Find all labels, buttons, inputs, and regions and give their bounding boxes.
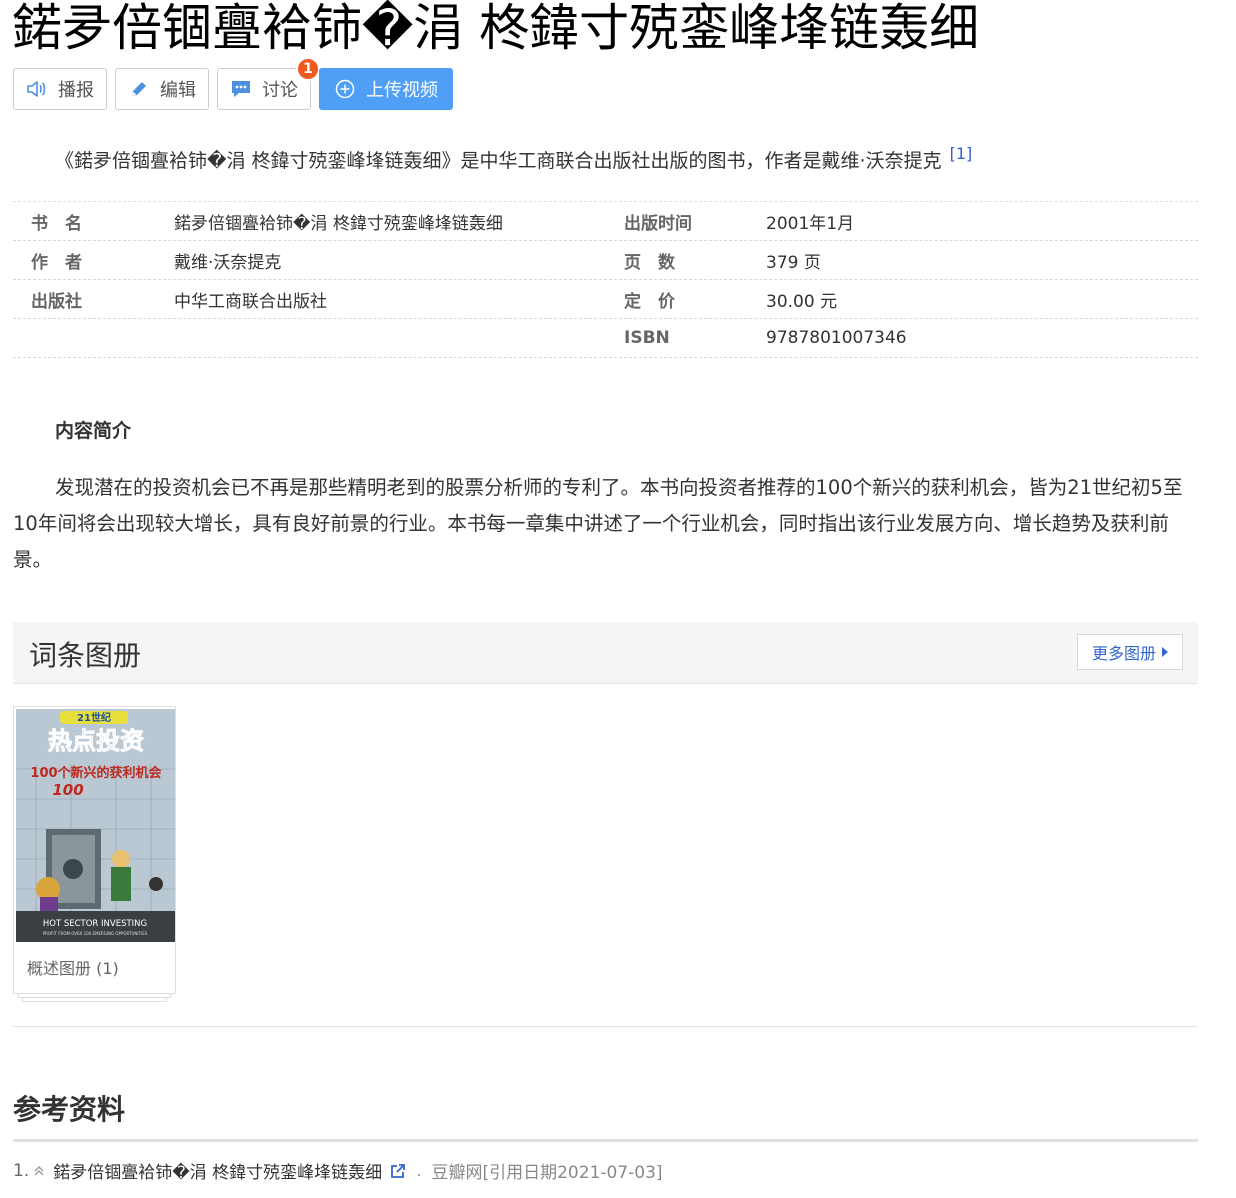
caret-right-icon [1162, 647, 1168, 657]
summary-ref-link[interactable]: [1] [950, 144, 973, 163]
info-key: 出版社 [31, 291, 82, 312]
info-value: 379 页 [766, 252, 821, 273]
references-divider [13, 1139, 1198, 1142]
album-header: 词条图册 更多图册 [13, 622, 1198, 684]
section-divider [13, 1026, 1198, 1027]
edit-button[interactable]: 编辑 [115, 68, 209, 110]
album-card[interactable]: 21世纪 热点投资 100个新兴的获利机会 100 HOT SECTOR INV… [13, 706, 176, 1002]
book-cover-image: 21世纪 热点投资 100个新兴的获利机会 100 HOT SECTOR INV… [16, 709, 175, 942]
section-heading-intro: 内容简介 [55, 420, 132, 442]
info-value: 中华工商联合出版社 [174, 291, 327, 312]
info-value: 2001年1月 [766, 213, 855, 234]
cover-top-label: 21世纪 [77, 711, 111, 724]
info-key: ISBN [624, 328, 670, 348]
info-value: 戴维·沃奈提克 [174, 252, 282, 273]
stack-edge [22, 998, 167, 1002]
lemma-summary: 《鍩夛倍锢亹袷铈�涓 柊鍏寸殑銮峰埄链轰细》是中华工商联合出版社出版的图书，作者… [55, 140, 972, 175]
info-value: 9787801007346 [766, 328, 907, 348]
upload-video-label: 上传视频 [366, 80, 438, 101]
cover-en-title: HOT SECTOR INVESTING [43, 919, 147, 929]
toolbar: 播报 编辑 讨论 1 上传视频 [13, 57, 453, 110]
cover-number: 100 [52, 781, 83, 799]
references-title: 参考资料 [13, 1093, 126, 1126]
reference-link[interactable]: 鍩夛倍锢亹袷铈�涓 柊鍏寸殑銮峰埄链轰细 [53, 1158, 382, 1183]
info-key: 定 价 [624, 291, 675, 312]
discuss-button[interactable]: 讨论 1 [217, 57, 320, 110]
read-aloud-label: 播报 [58, 80, 94, 101]
album-caption: 概述图册 (1) [27, 959, 119, 978]
info-key: 书 名 [31, 213, 82, 234]
discuss-count-badge: 1 [296, 57, 320, 81]
external-link-icon[interactable] [390, 1163, 406, 1179]
reference-source: 豆瓣网[引用日期2021-07-03] [431, 1163, 663, 1183]
reference-separator: . [416, 1160, 422, 1181]
page-title: 鍩夛倍锢亹袷铈�涓 柊鍏寸殑銮峰埄链轰细 [12, 0, 980, 57]
info-row: ISBN 9787801007346 [13, 319, 1198, 358]
reference-item: 1. 鍩夛倍锢亹袷铈�涓 柊鍏寸殑銮峰埄链轰细 . 豆瓣网[引用日期2021-0… [13, 1158, 663, 1184]
basic-info-table: 书 名 鍩夛倍锢亹袷铈�涓 柊鍏寸殑銮峰埄链轰细 出版时间 2001年1月 作 … [13, 201, 1198, 358]
reference-number: 1. [13, 1160, 30, 1181]
edit-label: 编辑 [160, 80, 196, 101]
upload-video-button[interactable]: 上传视频 [319, 68, 453, 110]
album-title: 词条图册 [29, 639, 142, 672]
info-row: 作 者 戴维·沃奈提克 页 数 379 页 [13, 241, 1198, 280]
more-albums-label: 更多图册 [1091, 644, 1156, 663]
info-key: 作 者 [31, 252, 82, 273]
info-key: 出版时间 [624, 213, 692, 234]
chat-bubble-icon [230, 78, 252, 100]
more-albums-button[interactable]: 更多图册 [1076, 634, 1183, 670]
info-key: 页 数 [624, 252, 675, 273]
pencil-icon [128, 78, 150, 100]
cover-subtitle: 100个新兴的获利机会 [30, 765, 162, 781]
intro-paragraph: 发现潜在的投资机会已不再是那些精明老到的股票分析师的专利了。本书向投资者推荐的1… [13, 476, 1183, 571]
info-value: 鍩夛倍锢亹袷铈�涓 柊鍏寸殑銮峰埄链轰细 [174, 213, 503, 234]
summary-text: 《鍩夛倍锢亹袷铈�涓 柊鍏寸殑銮峰埄链轰细》是中华工商联合出版社出版的图书，作者… [55, 150, 942, 172]
read-aloud-button[interactable]: 播报 [13, 68, 107, 110]
speaker-icon [26, 78, 48, 100]
discuss-label: 讨论 [262, 80, 298, 101]
cover-en-subtitle: PROFIT FROM OVER 100 EMERGING OPPORTUNIT… [43, 931, 148, 936]
plus-circle-icon [334, 78, 356, 100]
info-row: 书 名 鍩夛倍锢亹袷铈�涓 柊鍏寸殑銮峰埄链轰细 出版时间 2001年1月 [13, 202, 1198, 241]
info-row: 出版社 中华工商联合出版社 定 价 30.00 元 [13, 280, 1198, 319]
info-value: 30.00 元 [766, 291, 838, 312]
jump-up-icon[interactable] [33, 1165, 45, 1177]
cover-main-title: 热点投资 [48, 727, 144, 755]
